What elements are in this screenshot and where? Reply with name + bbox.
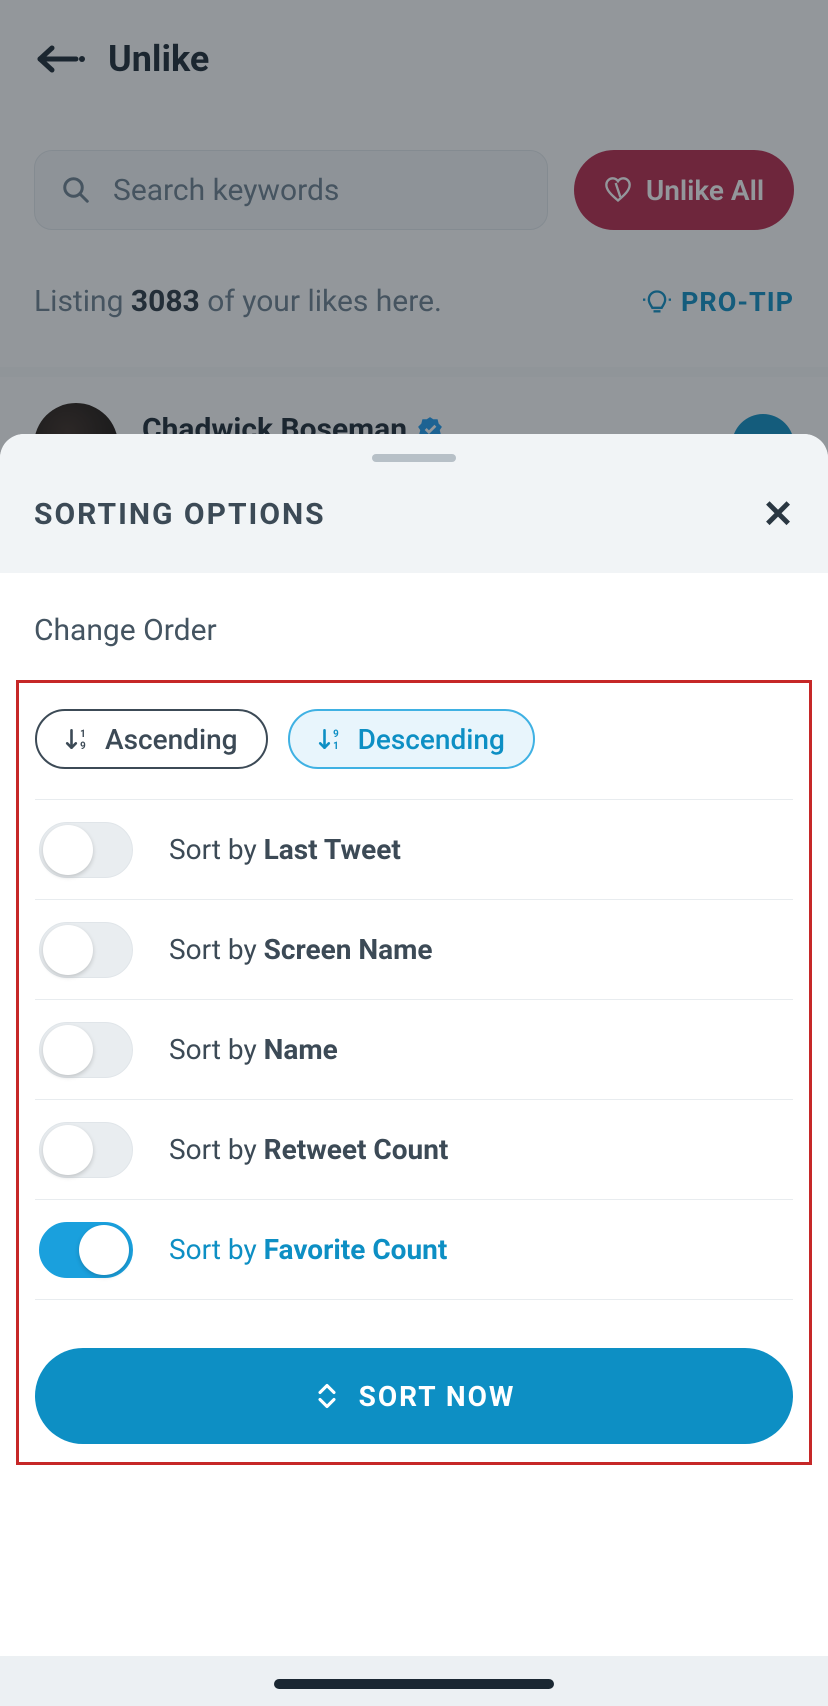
sort-option-name: Sort by Name — [35, 1000, 793, 1100]
change-order-label: Change Order — [0, 573, 828, 680]
toggle-screen-name[interactable] — [39, 922, 133, 978]
descending-label: Descending — [358, 723, 505, 756]
highlight-frame: 1 9 Ascending 9 1 Descending Sort by Las… — [16, 680, 812, 1465]
sort-descending-icon: 9 1 — [318, 726, 344, 752]
svg-text:1: 1 — [80, 729, 86, 740]
toggle-name[interactable] — [39, 1022, 133, 1078]
sort-ascending-icon: 1 9 — [65, 726, 91, 752]
sort-option-favorite-count: Sort by Favorite Count — [35, 1200, 793, 1300]
order-toggle-group: 1 9 Ascending 9 1 Descending — [35, 709, 793, 800]
svg-text:1: 1 — [333, 741, 339, 752]
svg-text:9: 9 — [333, 729, 339, 740]
sort-option-label: Sort by Screen Name — [169, 933, 433, 966]
home-indicator[interactable] — [274, 1679, 554, 1689]
svg-text:9: 9 — [80, 741, 86, 752]
sort-option-label: Sort by Retweet Count — [169, 1133, 448, 1166]
sort-option-label: Sort by Favorite Count — [169, 1233, 447, 1266]
descending-pill[interactable]: 9 1 Descending — [288, 709, 535, 769]
ascending-label: Ascending — [105, 723, 238, 756]
home-indicator-bar — [0, 1656, 828, 1706]
sort-option-retweet-count: Sort by Retweet Count — [35, 1100, 793, 1200]
toggle-favorite-count[interactable] — [39, 1222, 133, 1278]
sort-option-label: Sort by Name — [169, 1033, 338, 1066]
sorting-options-sheet: SORTING OPTIONS ✕ Change Order 1 9 Ascen… — [0, 434, 828, 1706]
sort-now-button[interactable]: SORT NOW — [35, 1348, 793, 1444]
ascending-pill[interactable]: 1 9 Ascending — [35, 709, 268, 769]
sort-now-label: SORT NOW — [359, 1380, 516, 1413]
sort-icon — [313, 1382, 341, 1410]
sheet-grabber[interactable] — [372, 454, 456, 462]
sheet-title: SORTING OPTIONS — [34, 497, 326, 532]
sort-option-label: Sort by Last Tweet — [169, 833, 401, 866]
toggle-last-tweet[interactable] — [39, 822, 133, 878]
toggle-retweet-count[interactable] — [39, 1122, 133, 1178]
sort-option-screen-name: Sort by Screen Name — [35, 900, 793, 1000]
sheet-header: SORTING OPTIONS ✕ — [0, 434, 828, 573]
sort-option-last-tweet: Sort by Last Tweet — [35, 800, 793, 900]
close-icon[interactable]: ✕ — [762, 492, 794, 537]
